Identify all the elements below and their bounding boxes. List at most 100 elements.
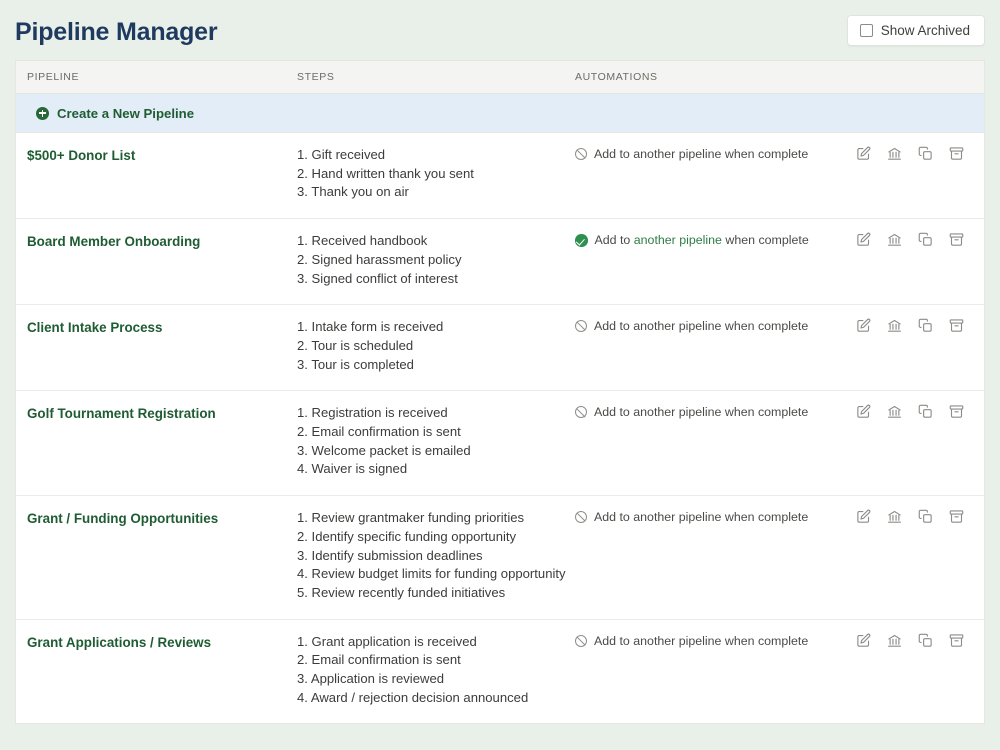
another-pipeline-link[interactable]: another pipeline: [634, 233, 722, 247]
automation-text: Add to another pipeline when complete: [594, 634, 808, 649]
step-item: 2. Email confirmation is sent: [297, 652, 461, 668]
another-pipeline-link[interactable]: another pipeline: [633, 147, 721, 161]
bank-icon: [887, 509, 902, 524]
prohibited-icon: [575, 320, 587, 333]
automation-text-after: when complete: [721, 405, 809, 420]
copy-icon: [918, 232, 933, 247]
automation-status[interactable]: Add to another pipeline when complete: [575, 404, 808, 420]
automation-text-after: when complete: [721, 633, 809, 648]
automation-text-after: when complete: [721, 147, 809, 161]
archive-box-icon: [949, 509, 964, 524]
archive-pipeline-button[interactable]: [949, 633, 964, 648]
show-archived-label: Show Archived: [880, 22, 970, 38]
column-header-steps: STEPS: [297, 71, 335, 83]
automation-text-before: Add to: [594, 147, 634, 161]
show-archived-checkbox[interactable]: [859, 23, 873, 37]
show-archived-toggle[interactable]: Show Archived: [846, 14, 985, 46]
edit-pipeline-button[interactable]: [856, 404, 871, 419]
column-header-automations: AUTOMATIONS: [575, 71, 658, 83]
table-row: $500+ Donor List 1. Gift received 2. Hand …: [16, 133, 984, 220]
duplicate-pipeline-button[interactable]: [918, 318, 933, 333]
create-new-pipeline-label: Create a New Pipeline: [57, 105, 195, 121]
edit-pipeline-button[interactable]: [856, 232, 871, 247]
another-pipeline-link[interactable]: another pipeline: [633, 634, 721, 648]
pipeline-name[interactable]: Grant Applications / Reviews: [27, 633, 297, 652]
row-actions: [856, 633, 984, 648]
table-row: Grant / Funding Opportunities 1. Review g…: [16, 496, 984, 620]
row-actions: [856, 318, 984, 333]
bank-pipeline-button[interactable]: [887, 404, 902, 419]
pipeline-name-cell: Board Member Onboarding: [16, 232, 297, 288]
column-header-pipeline: PIPELINE: [27, 71, 80, 83]
another-pipeline-link[interactable]: another pipeline: [633, 510, 721, 524]
table-row: Grant Applications / Reviews 1. Grant app…: [16, 619, 984, 724]
steps-list: 1. Received handbook 2. Signed harassment…: [297, 232, 575, 288]
automations-cell: Add to another pipeline when complete: [575, 509, 984, 603]
automation-status[interactable]: Add to another pipeline when complete: [575, 146, 808, 162]
step-item: 3. Identify submission deadlines: [297, 547, 483, 563]
step-item: 3. Tour is completed: [297, 356, 414, 372]
automation-text: Add to another pipeline when complete: [594, 147, 808, 162]
check-circle-icon: [575, 234, 588, 247]
bank-pipeline-button[interactable]: [887, 232, 902, 247]
table-header-row: PIPELINE STEPS AUTOMATIONS: [16, 61, 984, 94]
archive-pipeline-button[interactable]: [949, 404, 964, 419]
automation-status[interactable]: Add to another pipeline when complete: [575, 232, 809, 248]
another-pipeline-link[interactable]: another pipeline: [633, 405, 721, 419]
edit-pencil-icon: [856, 232, 871, 247]
copy-icon: [918, 318, 933, 333]
duplicate-pipeline-button[interactable]: [918, 509, 933, 524]
pipeline-name[interactable]: Grant / Funding Opportunities: [27, 509, 297, 528]
table-row: Board Member Onboarding 1. Received handb…: [16, 219, 984, 306]
row-actions: [856, 232, 984, 247]
bank-pipeline-button[interactable]: [887, 633, 902, 648]
create-new-pipeline-row[interactable]: Create a New Pipeline: [16, 94, 984, 133]
archive-box-icon: [949, 633, 964, 648]
automation-status[interactable]: Add to another pipeline when complete: [575, 509, 808, 525]
edit-pipeline-button[interactable]: [856, 633, 871, 648]
table-body: $500+ Donor List 1. Gift received 2. Hand …: [16, 133, 984, 724]
pipeline-name[interactable]: $500+ Donor List: [27, 146, 297, 165]
duplicate-pipeline-button[interactable]: [918, 633, 933, 648]
steps-list: 1. Grant application is received 2. Email…: [297, 633, 575, 708]
automation-text: Add to another pipeline when complete: [594, 319, 808, 334]
pipeline-name[interactable]: Golf Tournament Registration: [27, 404, 297, 423]
archive-pipeline-button[interactable]: [949, 318, 964, 333]
step-item: 4. Award / rejection decision announced: [297, 689, 529, 705]
duplicate-pipeline-button[interactable]: [918, 232, 933, 247]
edit-pipeline-button[interactable]: [856, 318, 871, 333]
table-row: Client Intake Process 1. Intake form is r…: [16, 305, 984, 392]
step-item: 4. Review budget limits for funding oppo…: [297, 566, 566, 582]
automation-status[interactable]: Add to another pipeline when complete: [575, 633, 808, 649]
archive-pipeline-button[interactable]: [949, 509, 964, 524]
bank-icon: [887, 232, 902, 247]
pipeline-name[interactable]: Board Member Onboarding: [27, 232, 297, 251]
plus-circle-icon: [36, 106, 49, 120]
archive-pipeline-button[interactable]: [949, 232, 964, 247]
edit-pipeline-button[interactable]: [856, 146, 871, 161]
duplicate-pipeline-button[interactable]: [918, 146, 933, 161]
archive-pipeline-button[interactable]: [949, 146, 964, 161]
bank-pipeline-button[interactable]: [887, 509, 902, 524]
edit-pencil-icon: [856, 404, 871, 419]
copy-icon: [918, 404, 933, 419]
bank-icon: [887, 146, 902, 161]
another-pipeline-link[interactable]: another pipeline: [633, 319, 721, 333]
pipeline-manager-page: Pipeline Manager Show Archived PIPELINE …: [0, 0, 1000, 750]
edit-pipeline-button[interactable]: [856, 509, 871, 524]
edit-pencil-icon: [856, 146, 871, 161]
step-item: 1. Grant application is received: [297, 633, 477, 649]
bank-pipeline-button[interactable]: [887, 318, 902, 333]
pipeline-steps-cell: 1. Intake form is received 2. Tour is sch…: [297, 318, 575, 374]
edit-pencil-icon: [856, 318, 871, 333]
automations-cell: Add to another pipeline when complete: [575, 633, 984, 708]
pipeline-name[interactable]: Client Intake Process: [27, 318, 297, 337]
pipeline-name-cell: $500+ Donor List: [16, 146, 297, 202]
bank-pipeline-button[interactable]: [887, 146, 902, 161]
step-item: 3. Signed conflict of interest: [297, 270, 458, 286]
duplicate-pipeline-button[interactable]: [918, 404, 933, 419]
automation-status[interactable]: Add to another pipeline when complete: [575, 318, 808, 334]
pipeline-name-cell: Grant Applications / Reviews: [16, 633, 297, 708]
edit-pencil-icon: [856, 633, 871, 648]
copy-icon: [918, 633, 933, 648]
